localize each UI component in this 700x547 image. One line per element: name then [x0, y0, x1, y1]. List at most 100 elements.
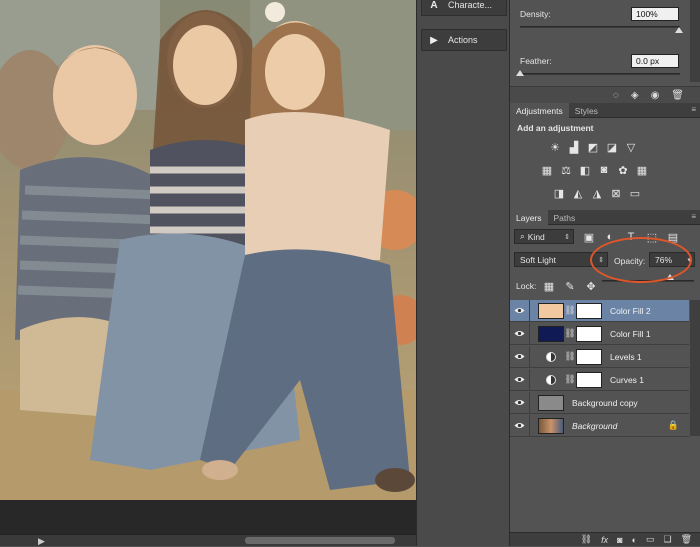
adjustment-layer-icon [538, 349, 564, 365]
layer-row-color-fill-2[interactable]: ⛓ Color Fill 2 [510, 299, 689, 322]
color-balance-icon[interactable]: ⚖ [559, 163, 573, 177]
document-canvas[interactable] [0, 0, 416, 500]
load-selection-icon[interactable]: ◌ [613, 90, 619, 101]
threshold-icon[interactable]: ◮ [590, 186, 604, 200]
layer-name: Curves 1 [610, 374, 645, 385]
layer-name: Color Fill 1 [610, 328, 651, 339]
layer-mask-thumbnail[interactable] [576, 348, 602, 365]
eye-icon[interactable] [510, 391, 530, 414]
layer-style-icon[interactable]: fx [601, 535, 608, 545]
tab-adjustments[interactable]: Adjustments [510, 103, 569, 118]
actions-panel-button[interactable]: ▶ Actions [421, 29, 507, 51]
curves-icon[interactable]: ◩ [586, 140, 600, 154]
gradient-map-icon[interactable]: ▭ [628, 186, 642, 200]
layer-thumbnail [538, 302, 564, 319]
actions-panel-label: Actions [448, 35, 478, 45]
eye-icon[interactable] [510, 345, 530, 368]
new-adjustment-icon[interactable]: ◐ [632, 535, 637, 545]
layer-row-curves-1[interactable]: ⛓ Curves 1 [510, 368, 689, 391]
blend-mode-value: Soft Light [520, 254, 556, 265]
layer-row-background[interactable]: Background 🔒 [510, 414, 689, 437]
density-slider[interactable] [520, 26, 680, 28]
feather-slider[interactable] [520, 73, 680, 75]
layer-thumbnail [538, 325, 564, 342]
feather-slider-knob[interactable] [516, 70, 524, 76]
filter-kind-label: Kind [527, 231, 545, 242]
scrollbar-thumb[interactable] [245, 537, 395, 544]
canvas-background [0, 500, 416, 534]
black-white-icon[interactable]: ◧ [578, 163, 592, 177]
link-layers-icon[interactable]: ⛓ [581, 534, 592, 545]
invert-icon[interactable]: ◨ [552, 186, 566, 200]
layer-mask-thumbnail[interactable] [576, 325, 602, 342]
lock-label: Lock: [516, 281, 537, 291]
adjustments-panel: Adjustments Styles ≡ Add an adjustment ☀… [510, 103, 700, 208]
feather-field[interactable]: 0.0 px [631, 54, 679, 68]
eye-icon[interactable] [510, 299, 530, 322]
selective-color-icon[interactable]: ⊠ [609, 186, 623, 200]
new-layer-icon[interactable]: ❏ [663, 534, 671, 545]
photo-filter-icon[interactable]: ◙ [597, 163, 611, 177]
density-field[interactable]: 100% [631, 7, 679, 21]
layer-row-background-copy[interactable]: Background copy [510, 391, 689, 414]
levels-icon[interactable]: ▟ [567, 140, 581, 154]
lock-transparent-icon[interactable]: ▦ [542, 279, 556, 293]
layer-thumbnail [538, 394, 564, 411]
layer-row-levels-1[interactable]: ⛓ Levels 1 [510, 345, 689, 368]
search-icon: ⌕ [520, 231, 525, 241]
eye-icon[interactable] [510, 368, 530, 391]
vibrance-icon[interactable]: ▽ [624, 140, 638, 154]
add-mask-icon[interactable]: ◙ [617, 535, 622, 545]
link-icon: ⛓ [564, 351, 576, 361]
panel-menu-icon[interactable]: ≡ [691, 105, 696, 114]
adjustment-layer-icon [538, 372, 564, 388]
filter-kind-dropdown[interactable]: ⌕ Kind ⇕ [514, 229, 574, 244]
annotation-circle [590, 237, 692, 283]
posterize-icon[interactable]: ◭ [571, 186, 585, 200]
eye-icon[interactable] [510, 322, 530, 345]
collapsed-panel-dock: A Characte... ▶ Actions [416, 0, 510, 546]
color-lookup-icon[interactable]: ▦ [635, 163, 649, 177]
character-panel-button[interactable]: A Characte... [421, 0, 507, 16]
density-slider-knob[interactable] [675, 27, 683, 33]
link-icon: ⛓ [564, 328, 576, 338]
feather-label: Feather: [520, 56, 552, 66]
brightness-contrast-icon[interactable]: ☀ [548, 140, 562, 154]
layer-name: Levels 1 [610, 351, 642, 362]
play-icon: ▶ [430, 34, 438, 46]
tab-styles[interactable]: Styles [569, 103, 604, 118]
eye-icon[interactable] [510, 414, 530, 437]
properties-scrollbar[interactable] [690, 0, 700, 82]
layer-mask-thumbnail[interactable] [576, 371, 602, 388]
layers-bottom-toolbar: ⛓ fx ◙ ◐ ▭ ❏ 🗑 [510, 532, 700, 546]
new-group-icon[interactable]: ▭ [646, 534, 655, 545]
layers-tabs: Layers Paths ≡ [510, 210, 700, 225]
layer-name: Background copy [572, 397, 638, 408]
delete-icon[interactable]: 🗑 [671, 90, 684, 101]
channel-mixer-icon[interactable]: ✿ [616, 163, 630, 177]
tab-layers[interactable]: Layers [510, 210, 548, 225]
layer-thumbnail [538, 417, 564, 434]
timeline-play-icon[interactable]: ▶ [38, 536, 45, 547]
lock-image-icon[interactable]: ✎ [563, 279, 577, 293]
layer-row-color-fill-1[interactable]: ⛓ Color Fill 1 [510, 322, 689, 345]
properties-panel: Density: 100% Feather: 0.0 px ◌ ◈ ◉ 🗑 [510, 0, 700, 103]
delete-layer-icon[interactable]: 🗑 [681, 534, 692, 545]
lock-position-icon[interactable]: ✥ [584, 279, 598, 293]
tab-paths[interactable]: Paths [548, 210, 582, 225]
apply-mask-icon[interactable]: ◈ [631, 90, 639, 101]
adjustments-heading: Add an adjustment [517, 123, 594, 133]
visibility-toggle-icon[interactable]: ◉ [651, 90, 660, 101]
layers-scrollbar[interactable] [690, 300, 700, 436]
link-icon: ⛓ [564, 374, 576, 384]
layer-name: Color Fill 2 [610, 305, 651, 316]
adjustments-tabs: Adjustments Styles ≡ [510, 103, 700, 118]
layer-mask-thumbnail[interactable] [576, 302, 602, 319]
hue-saturation-icon[interactable]: ▦ [540, 163, 554, 177]
character-icon: A [430, 0, 438, 11]
horizontal-scrollbar[interactable]: ▶ [0, 534, 416, 546]
photo-image [0, 0, 416, 500]
exposure-icon[interactable]: ◪ [605, 140, 619, 154]
filter-pixel-icon[interactable]: ▣ [582, 230, 596, 244]
layers-panel-menu-icon[interactable]: ≡ [691, 212, 696, 221]
